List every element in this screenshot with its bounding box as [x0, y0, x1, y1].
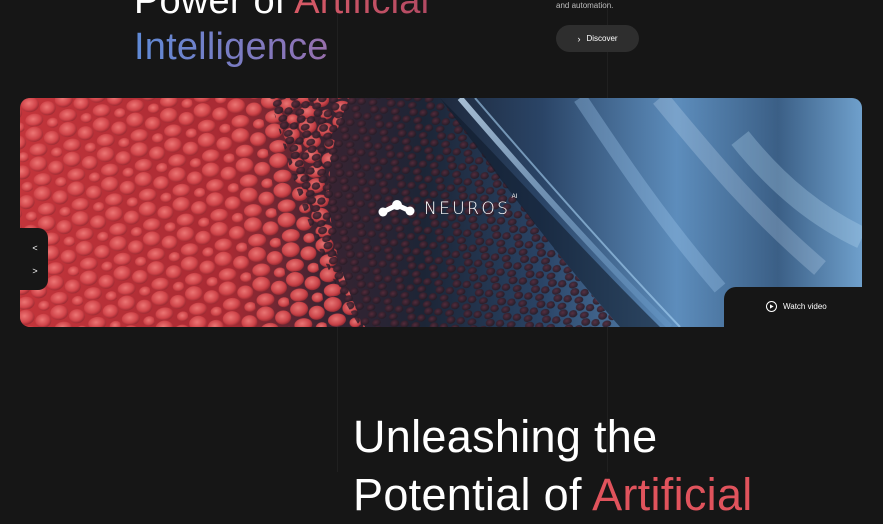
discover-label: Discover: [586, 34, 618, 43]
chevron-right-icon: ›: [577, 33, 581, 44]
hero-title: Power of Artificial Intelligence: [134, 0, 429, 70]
section-title-accent: Artificial: [592, 469, 753, 520]
watch-video-button[interactable]: Watch video: [766, 301, 827, 312]
hero-title-line1: Power of: [134, 0, 295, 22]
section-title-line2: Potential of: [353, 469, 593, 520]
chevron-right-icon: >: [32, 266, 38, 276]
hero-title-accent: Artificial: [294, 0, 429, 22]
brand-superscript: AI: [511, 194, 518, 200]
hero-description: and automation.: [556, 1, 614, 10]
brand-name: NEUROS: [424, 199, 511, 219]
discover-button[interactable]: › Discover: [556, 25, 639, 52]
neuros-logo: NEUROS AI: [378, 194, 517, 219]
slider-nav: < >: [0, 228, 48, 290]
neuros-logo-icon: [378, 200, 415, 217]
hero-title-line2: Intelligence: [134, 24, 429, 70]
slider-next-button[interactable]: >: [29, 264, 41, 278]
video-card: Watch video: [724, 287, 883, 337]
slider-prev-button[interactable]: <: [29, 241, 41, 255]
play-icon: [766, 301, 777, 312]
section-title-line1: Unleashing the: [353, 411, 658, 462]
watch-video-label: Watch video: [783, 302, 827, 311]
section-title: Unleashing the Potential of Artificial: [353, 408, 753, 524]
chevron-left-icon: <: [32, 243, 38, 253]
